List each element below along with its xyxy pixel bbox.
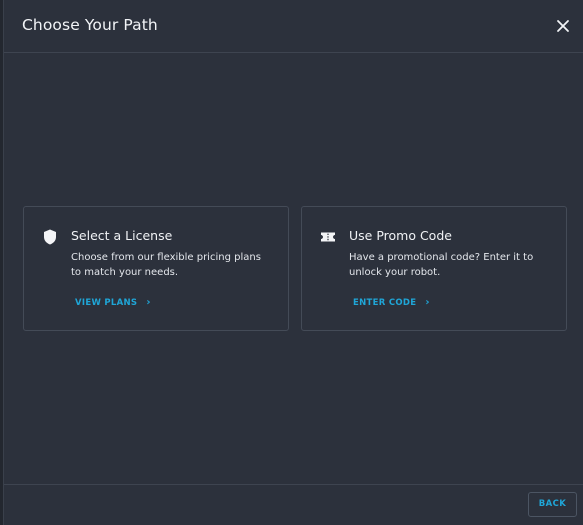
use-promo-code-card[interactable]: Use Promo Code Have a promotional code? …: [301, 206, 567, 331]
card-title: Use Promo Code: [349, 228, 452, 243]
enter-code-link[interactable]: ENTER CODE ›: [353, 297, 430, 308]
card-title: Select a License: [71, 228, 173, 243]
dialog-title: Choose Your Path: [22, 16, 158, 34]
view-plans-link[interactable]: VIEW PLANS ›: [75, 297, 151, 308]
chevron-right-icon: ›: [146, 297, 151, 308]
link-label: ENTER CODE: [353, 298, 417, 308]
card-description: Choose from our flexible pricing plans t…: [71, 252, 261, 278]
dialog-footer: BACK: [4, 484, 583, 525]
back-button[interactable]: BACK: [528, 492, 577, 517]
link-label: VIEW PLANS: [75, 298, 138, 308]
shield-icon: [41, 228, 59, 246]
ticket-icon: [319, 228, 337, 246]
choose-path-dialog: Choose Your Path Select a License Choose…: [3, 0, 583, 525]
card-description: Have a promotional code? Enter it to unl…: [349, 252, 534, 278]
chevron-right-icon: ›: [425, 297, 430, 308]
dialog-header: Choose Your Path: [4, 0, 583, 53]
close-icon[interactable]: [553, 16, 573, 36]
select-license-card[interactable]: Select a License Choose from our flexibl…: [23, 206, 289, 331]
